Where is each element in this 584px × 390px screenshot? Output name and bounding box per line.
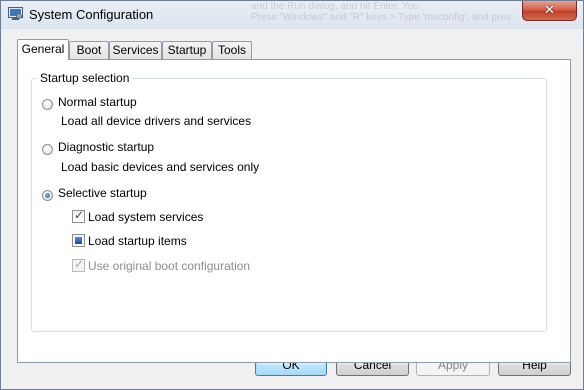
checkmark-icon: ✓ — [74, 257, 85, 271]
system-configuration-icon — [8, 7, 23, 20]
checkmark-icon: ✓ — [74, 208, 85, 222]
window-title: System Configuration — [29, 7, 154, 22]
tab-services[interactable]: Services — [109, 41, 162, 59]
tab-general[interactable]: General — [17, 39, 69, 60]
use-original-boot-checkbox: ✓ — [72, 257, 85, 272]
normal-startup-radio[interactable] — [42, 99, 53, 110]
load-startup-items-checkbox[interactable] — [72, 234, 85, 247]
load-system-services-checkbox[interactable]: ✓ — [72, 208, 85, 223]
tab-tools[interactable]: Tools — [212, 41, 252, 59]
selective-startup-label[interactable]: Selective startup — [58, 186, 147, 200]
tab-startup[interactable]: Startup — [162, 41, 212, 59]
dialog-client-area: General Boot Services Startup Tools Star… — [8, 29, 576, 383]
load-system-services-label[interactable]: Load system services — [88, 210, 203, 224]
startup-selection-legend: Startup selection — [37, 71, 133, 85]
startup-selection-group: Startup selection Normal startup Load al… — [31, 71, 547, 332]
normal-startup-label[interactable]: Normal startup — [58, 95, 137, 109]
diagnostic-startup-radio[interactable] — [42, 144, 53, 155]
load-startup-items-label[interactable]: Load startup items — [88, 234, 187, 248]
general-tab-panel: Startup selection Normal startup Load al… — [17, 59, 571, 363]
normal-startup-description: Load all device drivers and services — [61, 114, 252, 128]
diagnostic-startup-description: Load basic devices and services only — [61, 160, 260, 174]
close-icon: ✕ — [544, 2, 555, 17]
diagnostic-startup-label[interactable]: Diagnostic startup — [58, 140, 154, 154]
title-bar[interactable]: System Configuration ✕ — [1, 1, 583, 29]
system-configuration-window: and the Run dialog, and hit Enter. You P… — [0, 0, 584, 390]
selective-startup-radio[interactable] — [42, 190, 53, 201]
close-button[interactable]: ✕ — [522, 1, 577, 21]
tab-boot[interactable]: Boot — [69, 41, 109, 59]
use-original-boot-label: Use original boot configuration — [88, 259, 251, 273]
